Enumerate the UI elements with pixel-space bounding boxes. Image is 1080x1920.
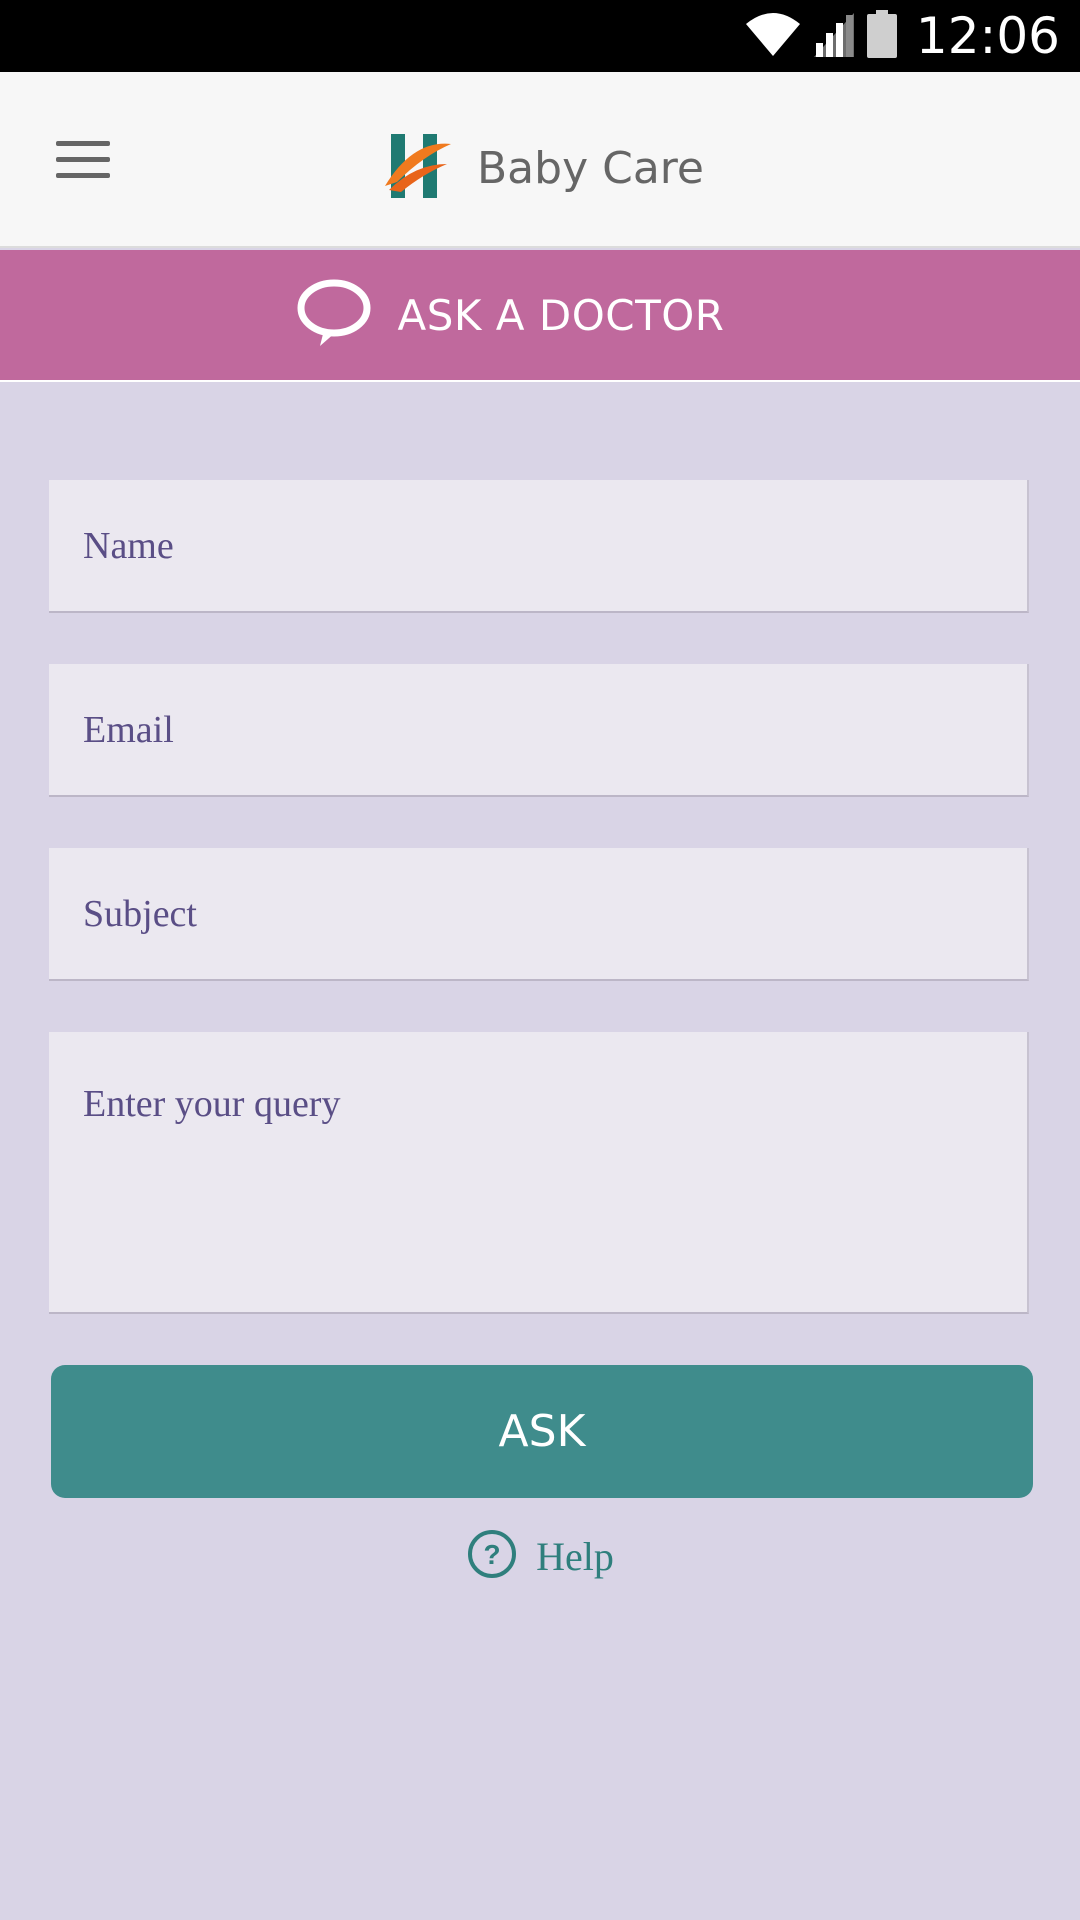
cellular-signal-icon [812, 9, 856, 64]
status-time: 12:06 [915, 7, 1060, 65]
app-bar: Baby Care [0, 72, 1080, 248]
h-logo [383, 130, 453, 207]
banner-title: ASK A DOCTOR [397, 290, 725, 340]
subject-input[interactable] [49, 848, 1029, 981]
wifi-icon [744, 10, 802, 63]
email-input[interactable] [49, 664, 1029, 797]
name-input[interactable] [49, 480, 1029, 613]
help-link[interactable]: ? Help [0, 1528, 1080, 1584]
battery-icon [866, 9, 898, 64]
status-icons: 12:06 [744, 0, 1060, 72]
hamburger-menu-icon[interactable] [40, 124, 126, 194]
svg-text:?: ? [484, 1539, 501, 1570]
question-circle-icon: ? [466, 1528, 518, 1585]
ask-button[interactable]: ASK [51, 1365, 1033, 1498]
app-title: Baby Care [477, 143, 704, 194]
brand: Baby Care [383, 130, 704, 207]
speech-bubble-icon [296, 278, 372, 353]
status-bar: 12:06 [0, 0, 1080, 72]
ask-a-doctor-banner: ASK A DOCTOR [0, 250, 1080, 382]
help-label: Help [536, 1533, 614, 1579]
query-textarea[interactable] [49, 1032, 1029, 1314]
